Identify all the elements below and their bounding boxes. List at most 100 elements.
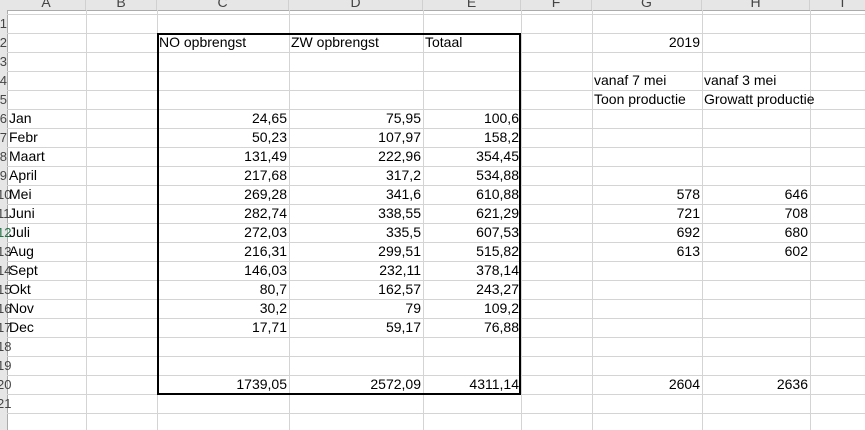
column-header-c[interactable]: C — [157, 0, 289, 10]
value-zw[interactable]: 341,6 — [289, 185, 423, 204]
value-zw[interactable]: 338,55 — [289, 204, 423, 223]
month-label[interactable]: Okt — [7, 280, 86, 299]
value-zw[interactable]: 299,51 — [289, 242, 423, 261]
note-growatt-start[interactable]: vanaf 3 mei — [702, 71, 810, 90]
row-header-3[interactable]: 3 — [0, 52, 7, 71]
row-header-5[interactable]: 5 — [0, 90, 7, 109]
row-header-11[interactable]: 11 — [0, 204, 11, 223]
value-toon[interactable]: 721 — [592, 204, 702, 223]
value-no[interactable]: 217,68 — [157, 166, 289, 185]
row-header-17[interactable]: 17 — [0, 318, 11, 337]
row-header-6[interactable]: 6 — [0, 109, 7, 128]
total-growatt[interactable]: 2636 — [702, 375, 810, 394]
value-zw[interactable]: 59,17 — [289, 318, 423, 337]
note-toon-start[interactable]: vanaf 7 mei — [592, 71, 702, 90]
month-label[interactable]: Juli — [7, 223, 86, 242]
row-header-18[interactable]: 18 — [0, 337, 11, 356]
total-totaal[interactable]: 4311,14 — [423, 375, 521, 394]
value-zw[interactable]: 222,96 — [289, 147, 423, 166]
month-label[interactable]: Maart — [7, 147, 86, 166]
header-totaal[interactable]: Totaal — [423, 33, 521, 52]
column-header-b[interactable]: B — [86, 0, 157, 10]
month-label[interactable]: Dec — [7, 318, 86, 337]
value-zw[interactable]: 79 — [289, 299, 423, 318]
row-header-20[interactable]: 20 — [0, 375, 11, 394]
column-header-g[interactable]: G — [592, 0, 702, 10]
value-no[interactable]: 80,7 — [157, 280, 289, 299]
row-header-10[interactable]: 10 — [0, 185, 11, 204]
month-label[interactable]: Nov — [7, 299, 86, 318]
month-label[interactable]: Mei — [7, 185, 86, 204]
total-zw[interactable]: 2572,09 — [289, 375, 423, 394]
row-header-14[interactable]: 14 — [0, 261, 11, 280]
total-toon[interactable]: 2604 — [592, 375, 702, 394]
row-header-15[interactable]: 15 — [0, 280, 11, 299]
row-header-21[interactable]: 21 — [0, 394, 11, 413]
row-header-13[interactable]: 13 — [0, 242, 11, 261]
month-label[interactable]: Sept — [7, 261, 86, 280]
row-header-9[interactable]: 9 — [0, 166, 7, 185]
value-no[interactable]: 24,65 — [157, 109, 289, 128]
value-growatt[interactable]: 680 — [702, 223, 810, 242]
value-no[interactable]: 282,74 — [157, 204, 289, 223]
value-no[interactable]: 216,31 — [157, 242, 289, 261]
value-zw[interactable]: 232,11 — [289, 261, 423, 280]
value-toon[interactable]: 692 — [592, 223, 702, 242]
value-growatt[interactable]: 602 — [702, 242, 810, 261]
row-header-4[interactable]: 4 — [0, 71, 7, 90]
header-toon-productie[interactable]: Toon productie — [592, 90, 702, 109]
month-label[interactable]: April — [7, 166, 86, 185]
value-zw[interactable]: 107,97 — [289, 128, 423, 147]
value-toon[interactable]: 613 — [592, 242, 702, 261]
month-label[interactable]: Aug — [7, 242, 86, 261]
value-no[interactable]: 146,03 — [157, 261, 289, 280]
row-header-16[interactable]: 16 — [0, 299, 11, 318]
row-header-7[interactable]: 7 — [0, 128, 7, 147]
total-no[interactable]: 1739,05 — [157, 375, 289, 394]
value-no[interactable]: 30,2 — [157, 299, 289, 318]
value-totaal[interactable]: 621,29 — [423, 204, 521, 223]
value-totaal[interactable]: 610,88 — [423, 185, 521, 204]
header-no-opbrengst[interactable]: NO opbrengst — [157, 33, 289, 52]
row-header-2[interactable]: 2 — [0, 33, 7, 52]
value-totaal[interactable]: 378,14 — [423, 261, 521, 280]
value-totaal[interactable]: 76,88 — [423, 318, 521, 337]
row-header-12[interactable]: 12 — [0, 223, 11, 242]
spreadsheet[interactable]: ABCDEFGHI1234567891011121314151617181920… — [0, 0, 865, 430]
column-header-f[interactable]: F — [521, 0, 592, 10]
value-totaal[interactable]: 158,2 — [423, 128, 521, 147]
month-label[interactable]: Juni — [7, 204, 86, 223]
month-label[interactable]: Jan — [7, 109, 86, 128]
year-cell[interactable]: 2019 — [592, 33, 702, 52]
value-totaal[interactable]: 515,82 — [423, 242, 521, 261]
value-growatt[interactable]: 708 — [702, 204, 810, 223]
value-no[interactable]: 131,49 — [157, 147, 289, 166]
month-label[interactable]: Febr — [7, 128, 86, 147]
column-header-i[interactable]: I — [810, 0, 865, 10]
value-toon[interactable]: 578 — [592, 185, 702, 204]
value-zw[interactable]: 335,5 — [289, 223, 423, 242]
value-totaal[interactable]: 100,6 — [423, 109, 521, 128]
value-totaal[interactable]: 534,88 — [423, 166, 521, 185]
header-growatt-productie[interactable]: Growatt productie — [702, 90, 815, 109]
value-zw[interactable]: 75,95 — [289, 109, 423, 128]
row-header-1[interactable]: 1 — [0, 14, 7, 33]
row-header-8[interactable]: 8 — [0, 147, 7, 166]
value-no[interactable]: 272,03 — [157, 223, 289, 242]
column-header-d[interactable]: D — [289, 0, 423, 10]
value-no[interactable]: 269,28 — [157, 185, 289, 204]
value-totaal[interactable]: 354,45 — [423, 147, 521, 166]
column-header-e[interactable]: E — [423, 0, 521, 10]
value-growatt[interactable]: 646 — [702, 185, 810, 204]
value-totaal[interactable]: 607,53 — [423, 223, 521, 242]
row-header-19[interactable]: 19 — [0, 356, 11, 375]
value-zw[interactable]: 162,57 — [289, 280, 423, 299]
value-zw[interactable]: 317,2 — [289, 166, 423, 185]
value-no[interactable]: 50,23 — [157, 128, 289, 147]
value-totaal[interactable]: 243,27 — [423, 280, 521, 299]
value-no[interactable]: 17,71 — [157, 318, 289, 337]
value-totaal[interactable]: 109,2 — [423, 299, 521, 318]
header-zw-opbrengst[interactable]: ZW opbrengst — [289, 33, 423, 52]
column-header-h[interactable]: H — [702, 0, 810, 10]
column-header-a[interactable]: A — [7, 0, 86, 10]
